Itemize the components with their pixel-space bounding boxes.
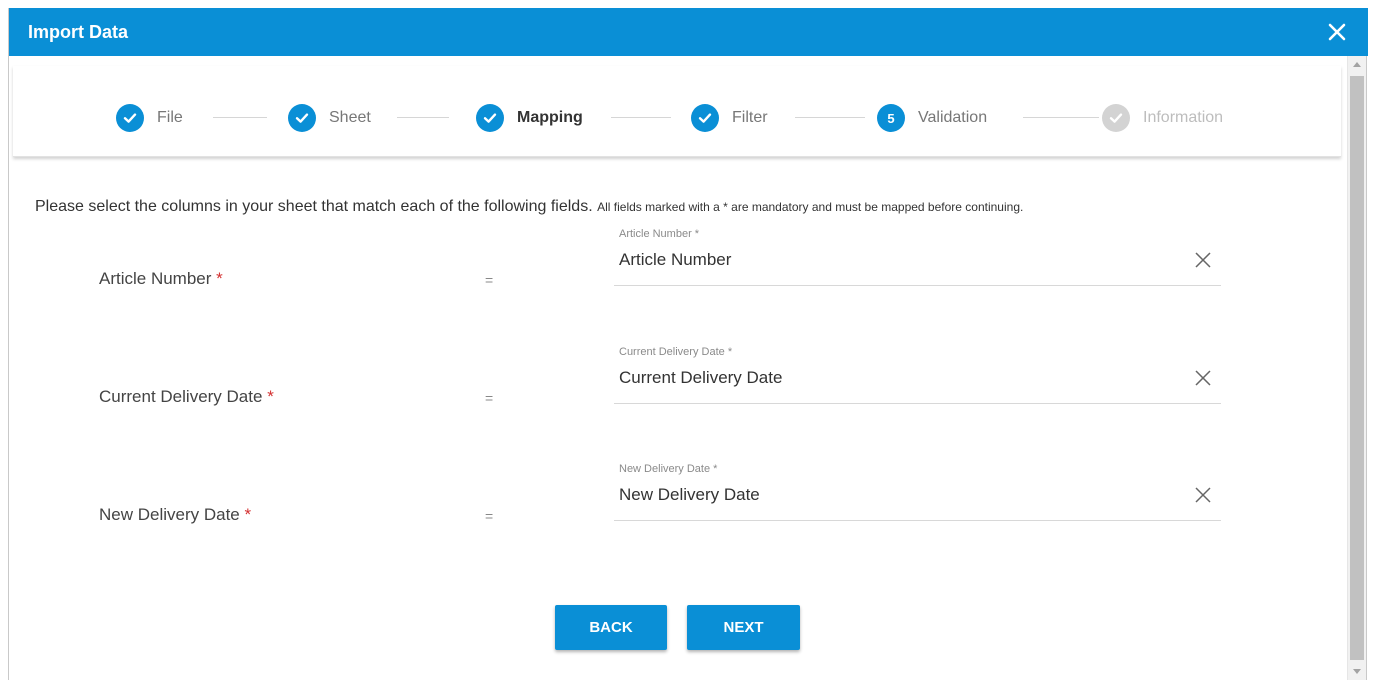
step-check-icon <box>116 104 144 132</box>
next-button[interactable]: NEXT <box>687 605 800 650</box>
equals-sign: = <box>485 272 494 288</box>
step-connector <box>795 117 865 118</box>
step-file[interactable]: File <box>116 104 183 132</box>
field-underline <box>614 285 1221 286</box>
vertical-scrollbar[interactable] <box>1347 56 1366 680</box>
step-connector <box>1023 117 1099 118</box>
dialog-content: File Sheet Mapping Filter 5 Validation I… <box>9 56 1349 680</box>
step-label: Information <box>1143 109 1224 126</box>
scroll-down-arrow-icon[interactable] <box>1353 669 1361 674</box>
step-connector <box>397 117 449 118</box>
stepper: File Sheet Mapping Filter 5 Validation I… <box>13 66 1341 157</box>
step-label: Validation <box>918 109 988 126</box>
instruction-note: All fields marked with a * are mandatory… <box>597 200 1024 214</box>
field-value[interactable]: New Delivery Date <box>619 485 760 505</box>
back-button[interactable]: BACK <box>555 605 667 650</box>
close-button[interactable] <box>1322 17 1352 47</box>
step-number-badge: 5 <box>877 104 905 132</box>
step-connector <box>213 117 267 118</box>
instruction-text: Please select the columns in your sheet … <box>35 198 1023 216</box>
close-icon <box>1328 23 1346 41</box>
step-validation[interactable]: 5 Validation <box>877 104 987 132</box>
dialog-titlebar: Import Data <box>9 8 1368 56</box>
step-check-icon <box>691 104 719 132</box>
step-mapping[interactable]: Mapping <box>476 104 583 132</box>
step-check-icon <box>476 104 504 132</box>
mapping-label-current-delivery-date: Current Delivery Date * <box>99 387 274 406</box>
step-sheet[interactable]: Sheet <box>288 104 371 132</box>
clear-icon[interactable] <box>1193 250 1213 270</box>
field-floating-label: Current Delivery Date * <box>619 346 733 358</box>
step-check-icon <box>288 104 316 132</box>
mapping-label-article-number: Article Number * <box>99 269 223 288</box>
clear-icon[interactable] <box>1193 485 1213 505</box>
required-mark: * <box>244 505 252 524</box>
field-value[interactable]: Current Delivery Date <box>619 368 782 388</box>
import-data-dialog: Import Data File Sheet Mapping Filter 5 … <box>8 8 1368 680</box>
new-delivery-date-field[interactable]: New Delivery Date * New Delivery Date <box>614 463 1221 521</box>
current-delivery-date-field[interactable]: Current Delivery Date * Current Delivery… <box>614 346 1221 404</box>
scroll-up-arrow-icon[interactable] <box>1353 62 1361 67</box>
mapping-label-new-delivery-date: New Delivery Date * <box>99 505 252 524</box>
step-connector <box>611 117 671 118</box>
scroll-thumb[interactable] <box>1350 76 1364 660</box>
equals-sign: = <box>485 508 494 524</box>
article-number-field[interactable]: Article Number * Article Number <box>614 228 1221 286</box>
equals-sign: = <box>485 390 494 406</box>
step-check-icon <box>1102 104 1130 132</box>
step-information: Information <box>1102 104 1223 132</box>
step-label: Sheet <box>329 109 371 126</box>
field-floating-label: Article Number * <box>619 228 700 240</box>
field-underline <box>614 520 1221 521</box>
field-floating-label: New Delivery Date * <box>619 463 718 475</box>
instruction-main: Please select the columns in your sheet … <box>35 198 593 215</box>
required-mark: * <box>267 387 274 406</box>
field-value[interactable]: Article Number <box>619 250 731 270</box>
step-label: Filter <box>732 109 768 126</box>
dialog-title: Import Data <box>28 22 129 42</box>
field-underline <box>614 403 1221 404</box>
step-number: 5 <box>887 110 895 126</box>
step-label: Mapping <box>517 109 583 126</box>
required-mark: * <box>216 269 223 288</box>
step-filter[interactable]: Filter <box>691 104 768 132</box>
step-label: File <box>157 109 183 126</box>
clear-icon[interactable] <box>1193 368 1213 388</box>
